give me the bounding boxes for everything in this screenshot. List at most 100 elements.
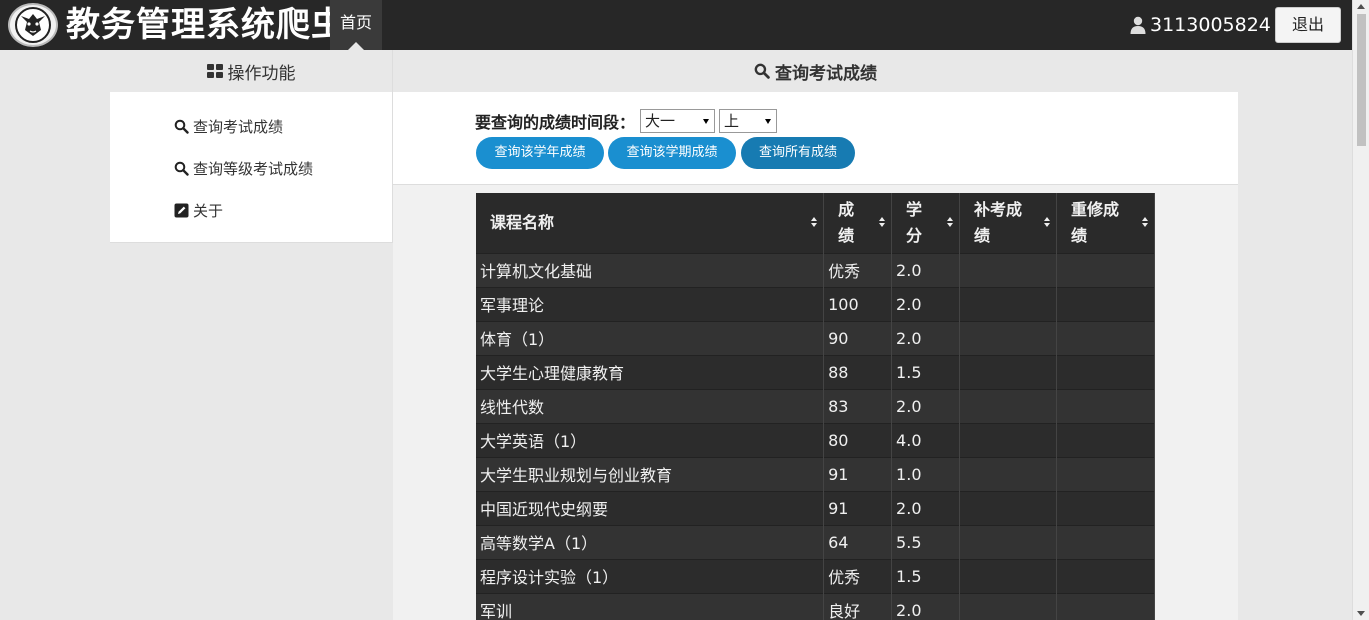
cell-course: 军事理论 (476, 286, 825, 321)
main-panel-header: 查询考试成绩 (393, 50, 1238, 92)
sort-icon[interactable] (947, 217, 954, 229)
cell-score: 64 (823, 524, 893, 559)
column-header-credit[interactable]: 学分 (891, 193, 961, 253)
cell-score: 91 (823, 456, 893, 491)
cell-score: 优秀 (823, 558, 893, 593)
cell-makeup (959, 286, 1057, 321)
cell-score: 80 (823, 422, 893, 457)
cell-makeup (959, 422, 1057, 457)
query-year-button[interactable]: 查询该学年成绩 (476, 137, 604, 169)
cell-course: 大学英语（1） (476, 422, 825, 457)
grades-table: 课程名称 成绩 学分 补考成绩 重修成绩 计算机文化基础 优秀 2.0 军事理论 100… (476, 193, 1156, 620)
cell-retake (1056, 252, 1156, 287)
scrollbar-thumb[interactable] (1357, 14, 1366, 146)
cell-credit: 4.0 (891, 422, 961, 457)
lion-logo-icon (8, 3, 58, 47)
column-header-retake-score[interactable]: 重修成绩 (1056, 193, 1156, 253)
search-icon (754, 63, 770, 79)
sidebar-item-level-exam-scores[interactable]: 查询等级考试成绩 (174, 156, 313, 180)
sidebar-menu: 查询考试成绩 查询等级考试成绩 关于 (110, 92, 393, 243)
cell-makeup (959, 524, 1057, 559)
year-select-value: 大一 (645, 112, 676, 130)
period-label: 要查询的成绩时间段： (475, 113, 636, 132)
cell-makeup (959, 320, 1057, 355)
table-row: 高等数学A（1） 64 5.5 (476, 524, 1156, 559)
table-row: 体育（1） 90 2.0 (476, 320, 1156, 355)
table-body: 计算机文化基础 优秀 2.0 军事理论 100 2.0 体育（1） 90 2.0 大学生心理健康教… (476, 252, 1156, 620)
cell-course: 线性代数 (476, 388, 825, 423)
cell-makeup (959, 388, 1057, 423)
scroll-down-icon[interactable] (1357, 611, 1365, 616)
sidebar-header: 操作功能 (110, 50, 393, 92)
term-select[interactable]: 上 (719, 109, 777, 133)
cell-course: 计算机文化基础 (476, 252, 825, 287)
cell-credit: 2.0 (891, 490, 961, 525)
table-row: 军事理论 100 2.0 (476, 286, 1156, 321)
sort-icon[interactable] (1142, 217, 1148, 229)
cell-retake (1056, 490, 1156, 525)
year-select[interactable]: 大一 (640, 109, 715, 133)
cell-course: 大学生心理健康教育 (476, 354, 825, 389)
table-row: 计算机文化基础 优秀 2.0 (476, 252, 1156, 287)
user-id: 3113005824 (1150, 14, 1271, 36)
sidebar-item-label: 关于 (193, 201, 224, 220)
cell-credit: 2.0 (891, 388, 961, 423)
cell-score: 优秀 (823, 252, 893, 287)
cell-makeup (959, 252, 1057, 287)
chevron-down-icon (703, 119, 709, 124)
sidebar-title: 操作功能 (227, 63, 296, 84)
app-brand-title[interactable]: 教务管理系统爬虫 (66, 2, 346, 48)
cell-retake (1056, 422, 1156, 457)
sort-icon[interactable] (1043, 217, 1050, 229)
table-row: 大学生职业规划与创业教育 91 1.0 (476, 456, 1156, 491)
cell-makeup (959, 354, 1057, 389)
cell-course: 中国近现代史纲要 (476, 490, 825, 525)
column-header-makeup-score[interactable]: 补考成绩 (959, 193, 1057, 253)
cell-course: 程序设计实验（1） (476, 558, 825, 593)
cell-score: 83 (823, 388, 893, 423)
sidebar-item-label: 查询等级考试成绩 (193, 159, 314, 178)
table-row: 大学生心理健康教育 88 1.5 (476, 354, 1156, 389)
nav-home-tab[interactable]: 首页 (330, 0, 382, 50)
cell-course: 军训 (476, 592, 825, 620)
query-form: 要查询的成绩时间段： 大一 上 查询该学年成绩 查询该学期成绩 查询所有成绩 (393, 92, 1238, 185)
cell-retake (1056, 456, 1156, 491)
sidebar-item-exam-scores[interactable]: 查询考试成绩 (174, 114, 283, 138)
cell-course: 体育（1） (476, 320, 825, 355)
column-header-score[interactable]: 成绩 (823, 193, 893, 253)
table-row: 大学英语（1） 80 4.0 (476, 422, 1156, 457)
cell-makeup (959, 456, 1057, 491)
sort-icon[interactable] (811, 217, 818, 229)
table-row: 军训 良好 2.0 (476, 592, 1156, 620)
query-term-button[interactable]: 查询该学期成绩 (608, 137, 736, 169)
cell-course: 高等数学A（1） (476, 524, 825, 559)
scroll-up-icon[interactable] (1357, 4, 1365, 9)
cell-makeup (959, 490, 1057, 525)
column-header-course[interactable]: 课程名称 (476, 193, 825, 253)
cell-credit: 1.0 (891, 456, 961, 491)
query-all-button[interactable]: 查询所有成绩 (741, 137, 855, 169)
page-scrollbar[interactable] (1352, 0, 1369, 620)
edit-icon (174, 203, 189, 217)
chevron-down-icon (765, 119, 771, 124)
sort-icon[interactable] (879, 217, 886, 229)
nav-home-label: 首页 (339, 13, 372, 32)
cell-retake (1056, 558, 1156, 593)
table-row: 程序设计实验（1） 优秀 1.5 (476, 558, 1156, 593)
cell-score: 100 (823, 286, 893, 321)
search-icon (174, 161, 189, 176)
top-navbar: 教务管理系统爬虫 首页 3113005824 退出 (0, 0, 1352, 50)
cell-credit: 2.0 (891, 252, 961, 287)
cell-score: 88 (823, 354, 893, 389)
sidebar-item-about[interactable]: 关于 (174, 198, 223, 222)
cell-credit: 1.5 (891, 558, 961, 593)
sidebar-item-label: 查询考试成绩 (193, 117, 284, 136)
cell-course: 大学生职业规划与创业教育 (476, 456, 825, 491)
cell-makeup (959, 592, 1057, 620)
logout-button[interactable]: 退出 (1275, 7, 1341, 43)
cell-score: 90 (823, 320, 893, 355)
cell-retake (1056, 286, 1156, 321)
cell-retake (1056, 354, 1156, 389)
cell-credit: 2.0 (891, 320, 961, 355)
table-header-row: 课程名称 成绩 学分 补考成绩 重修成绩 (476, 193, 1156, 253)
